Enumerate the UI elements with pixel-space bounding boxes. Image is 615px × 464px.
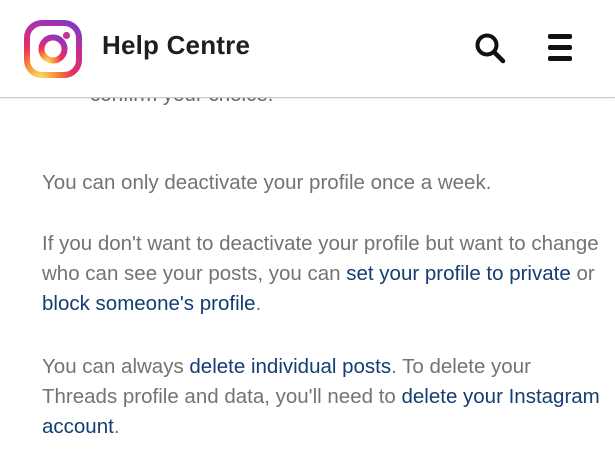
set-profile-private-link[interactable]: set your profile to private [346,262,570,285]
hamburger-menu-icon [548,34,572,39]
search-button[interactable] [474,32,506,64]
instagram-logo-icon[interactable] [24,20,82,78]
paragraph-privacy-options: If you don't want to deactivate your pro… [42,232,599,315]
block-profile-link[interactable]: block someone's profile [42,292,256,315]
delete-individual-posts-link[interactable]: delete individual posts [189,355,391,378]
menu-button[interactable] [548,34,572,62]
paragraph-delete-options: You can always delete individual posts. … [42,355,600,438]
paragraph-deactivate-limit: You can only deactivate your profile onc… [42,171,492,194]
page-title: Help Centre [102,30,251,60]
search-icon [475,33,506,64]
top-header: Help Centre [0,0,615,98]
